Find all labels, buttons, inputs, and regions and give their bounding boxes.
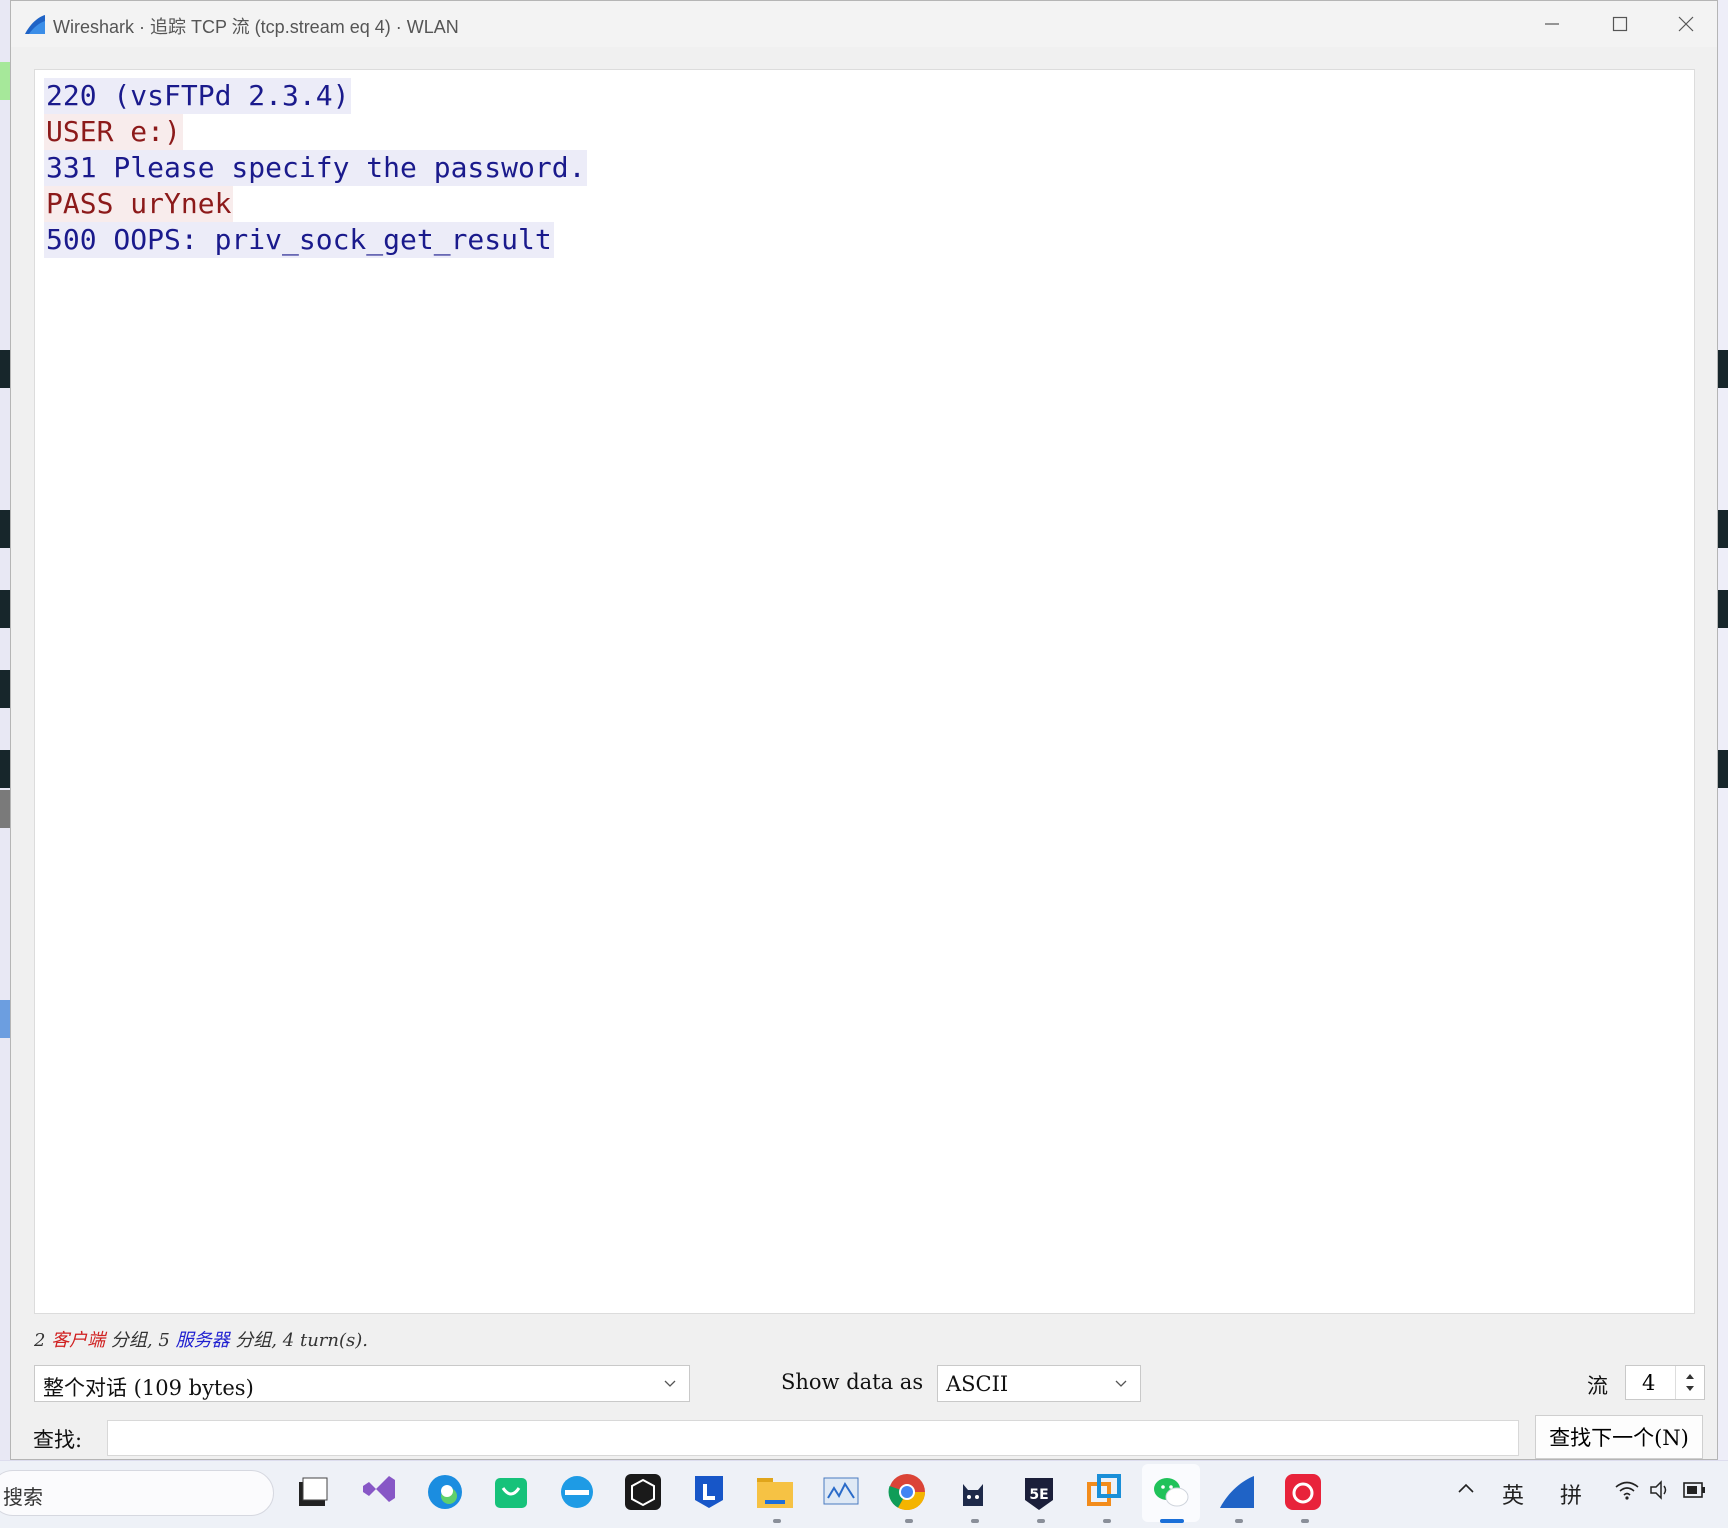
lenovo-icon[interactable] xyxy=(689,1472,729,1512)
window-title: Wireshark · 追踪 TCP 流 (tcp.stream eq 4) ·… xyxy=(53,17,459,37)
edge-icon[interactable] xyxy=(425,1472,465,1512)
close-icon xyxy=(1678,16,1694,32)
stream-number-spinbox[interactable]: 4 xyxy=(1625,1365,1705,1400)
explorer-folder-icon[interactable] xyxy=(755,1472,795,1512)
stream-content-area[interactable]: 220 (vsFTPd 2.3.4) USER e:) 331 Please s… xyxy=(34,69,1695,1314)
maximize-button[interactable] xyxy=(1587,5,1653,43)
spin-arrows[interactable] xyxy=(1675,1366,1704,1399)
unity-icon[interactable] xyxy=(623,1472,663,1512)
5e-icon[interactable]: 5E xyxy=(1019,1472,1059,1512)
netease-music-icon[interactable] xyxy=(1283,1472,1323,1512)
turns-count: 4 turn(s). xyxy=(282,1330,368,1351)
title-bar[interactable]: Wireshark · 追踪 TCP 流 (tcp.stream eq 4) ·… xyxy=(11,1,1717,47)
chevron-down-icon xyxy=(1115,1380,1127,1387)
store-bag-icon[interactable] xyxy=(491,1472,531,1512)
svg-text:5E: 5E xyxy=(1029,1487,1048,1503)
client-count: 2 xyxy=(34,1330,46,1351)
stream-number-label: 流 xyxy=(1587,1374,1608,1398)
ime-mode-indicator[interactable]: 拼 xyxy=(1560,1478,1582,1510)
conversation-select[interactable]: 整个对话 (109 bytes) xyxy=(34,1365,690,1402)
find-label: 查找: xyxy=(33,1428,83,1452)
stream-line-server: 220 (vsFTPd 2.3.4) xyxy=(44,78,352,114)
spin-up-down-icon xyxy=(1686,1374,1694,1391)
show-hidden-icons-button[interactable] xyxy=(1456,1479,1476,1505)
wechat-icon[interactable] xyxy=(1151,1472,1191,1512)
minimize-button[interactable] xyxy=(1519,5,1585,43)
monitor-icon[interactable] xyxy=(821,1472,861,1512)
wireshark-fin-icon xyxy=(25,15,45,34)
file-manager-icon[interactable] xyxy=(293,1472,333,1512)
chevron-up-icon xyxy=(1458,1483,1474,1493)
stream-line-server: 500 OOPS: priv_sock_get_result xyxy=(44,222,554,258)
format-select-value: ASCII xyxy=(946,1372,1009,1396)
follow-tcp-stream-window: Wireshark · 追踪 TCP 流 (tcp.stream eq 4) ·… xyxy=(10,0,1718,1460)
chrome-icon[interactable] xyxy=(887,1472,927,1512)
taskbar: 搜索 5E 英 拼 xyxy=(0,1460,1728,1528)
maximize-icon xyxy=(1612,16,1628,32)
volume-icon[interactable] xyxy=(1648,1479,1672,1507)
chevron-down-icon xyxy=(664,1380,676,1387)
minimize-icon xyxy=(1545,23,1559,25)
ie-icon[interactable] xyxy=(557,1472,597,1512)
vmware-icon[interactable] xyxy=(1085,1472,1125,1512)
conversation-select-value: 整个对话 (109 bytes) xyxy=(43,1376,254,1400)
active-indicator xyxy=(1160,1519,1184,1523)
battery-icon[interactable] xyxy=(1682,1479,1708,1507)
ime-language-indicator[interactable]: 英 xyxy=(1502,1478,1524,1510)
packets-label: 分组, xyxy=(110,1330,153,1351)
find-input[interactable] xyxy=(107,1420,1519,1456)
running-indicator xyxy=(1301,1519,1309,1523)
stream-summary: 2 客户端 分组, 5 服务器 分组, 4 turn(s). xyxy=(34,1326,368,1352)
server-label: 服务器 xyxy=(175,1330,230,1351)
server-count: 5 xyxy=(158,1330,170,1351)
format-select[interactable]: ASCII xyxy=(937,1365,1141,1402)
wireshark-icon[interactable] xyxy=(1217,1472,1257,1512)
running-indicator xyxy=(1037,1519,1045,1523)
show-data-as-label: Show data as xyxy=(781,1370,924,1394)
running-indicator xyxy=(1103,1519,1111,1523)
find-next-button[interactable]: 查找下一个(N) xyxy=(1535,1415,1703,1459)
stream-number-value: 4 xyxy=(1642,1371,1656,1395)
running-indicator xyxy=(971,1519,979,1523)
cat-app-icon[interactable] xyxy=(953,1472,993,1512)
stream-line-client: USER e:) xyxy=(44,114,183,150)
stream-line-server: 331 Please specify the password. xyxy=(44,150,588,186)
client-label: 客户端 xyxy=(51,1330,106,1351)
taskbar-search-box[interactable]: 搜索 xyxy=(0,1470,274,1516)
wifi-icon[interactable] xyxy=(1614,1479,1640,1507)
visual-studio-icon[interactable] xyxy=(359,1472,399,1512)
packets-label: 分组, xyxy=(235,1330,278,1351)
running-indicator xyxy=(905,1519,913,1523)
stream-line-client: PASS urYnek xyxy=(44,186,234,222)
close-button[interactable] xyxy=(1653,5,1719,43)
running-indicator xyxy=(1235,1519,1243,1523)
running-indicator xyxy=(773,1519,781,1523)
taskbar-search-text: 搜索 xyxy=(3,1485,43,1509)
